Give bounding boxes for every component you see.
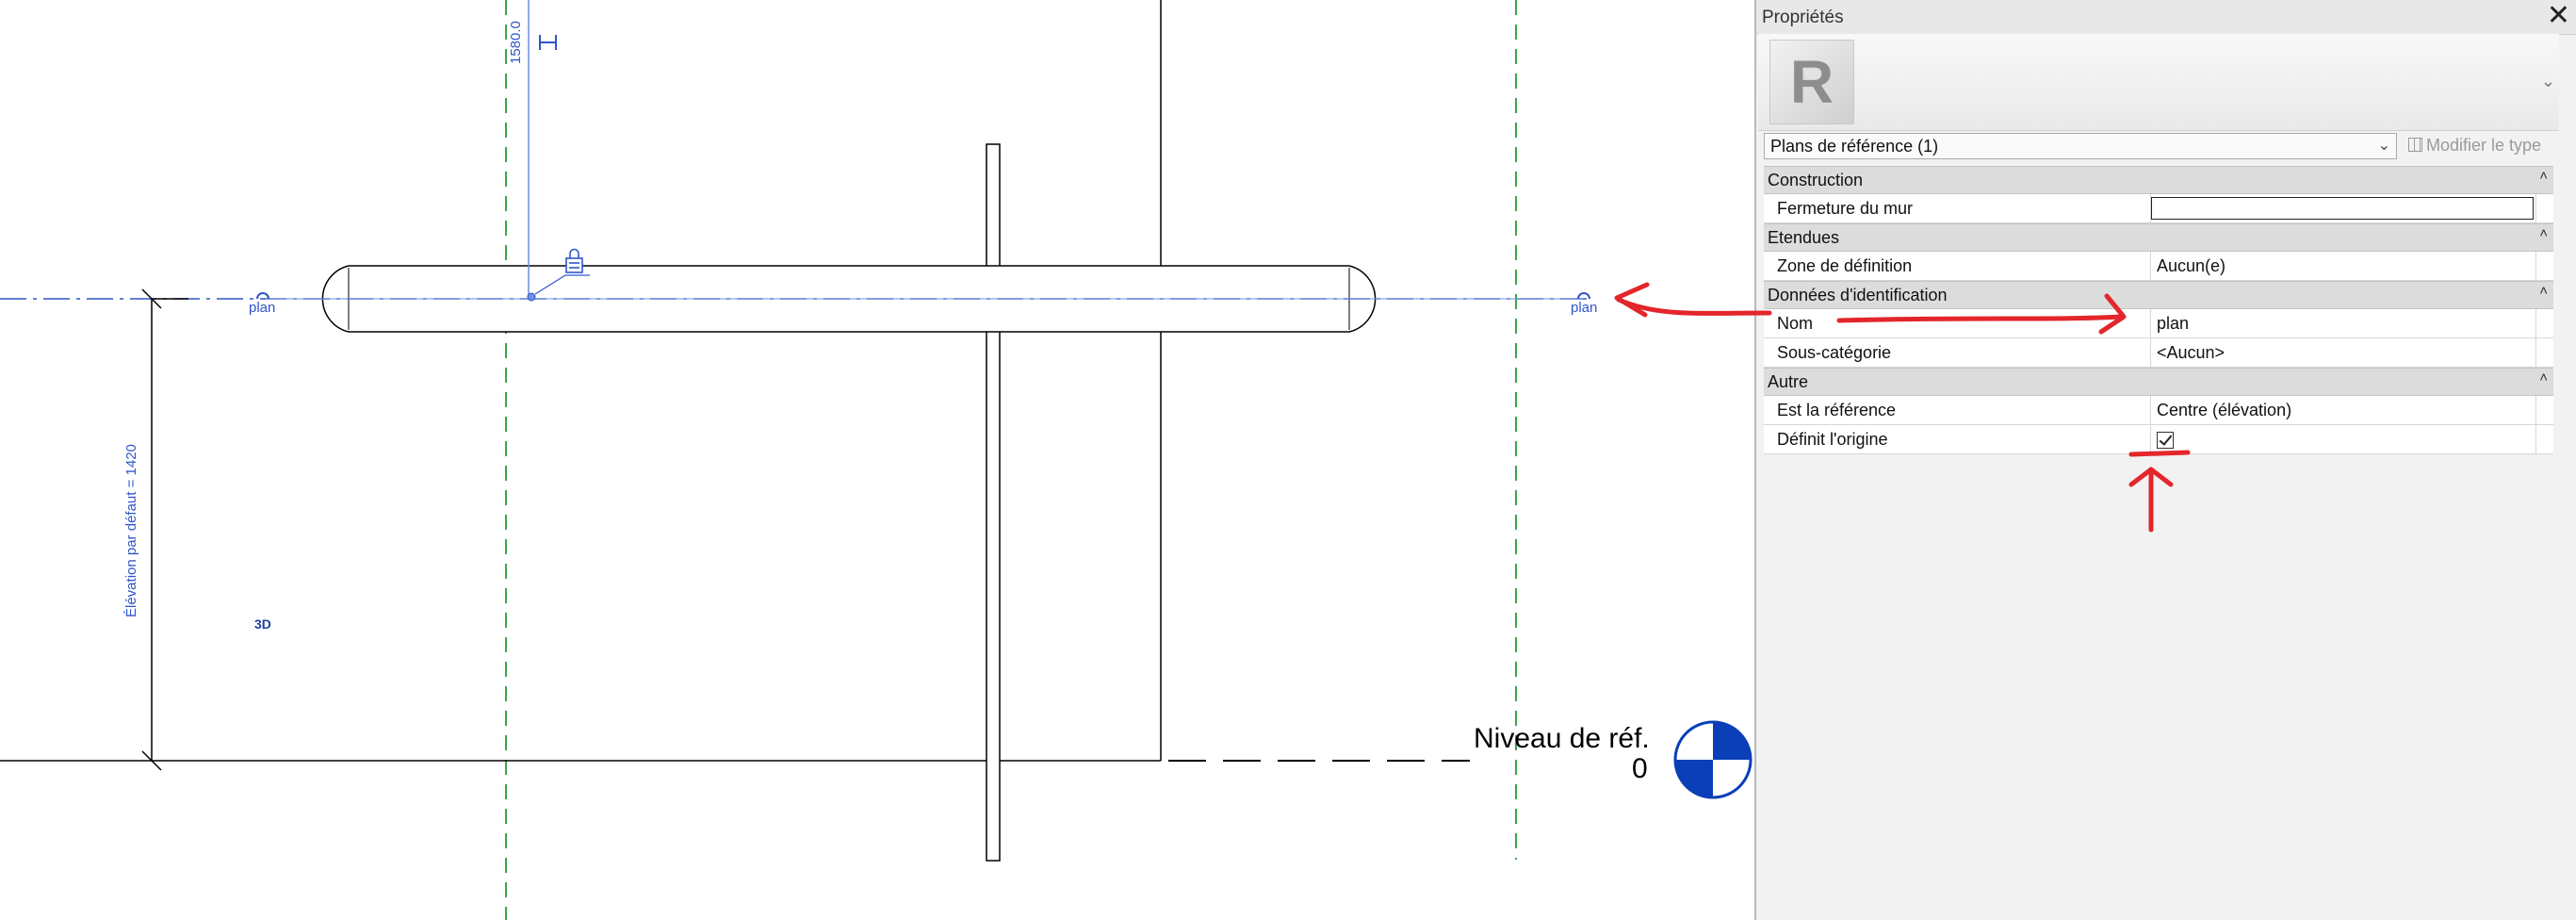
group-header-label: Données d'identification [1768,286,1948,304]
chevron-down-icon[interactable]: ⌄ [2541,72,2555,91]
properties-panel: Propriétés ✕ R ⌄ Plans de référence (1) … [1754,0,2576,920]
property-value[interactable]: Aucun(e) [2150,252,2552,280]
level-target-icon[interactable] [1673,720,1753,799]
group-header-construction[interactable]: Construction ˄ [1764,166,2553,194]
property-name: Sous-catégorie [1777,343,1892,362]
properties-table: Construction ˄ Fermeture du mur Etendues… [1764,166,2553,454]
elevation-dimension-text[interactable]: Élévation par défaut = 1420 [123,444,139,617]
view-3d-marker[interactable]: 3D [254,616,271,632]
level-value-label[interactable]: 0 [1632,753,1648,785]
property-value[interactable] [2150,425,2552,453]
collapse-icon[interactable]: ˄ [2539,221,2548,247]
chevron-down-icon: ⌄ [2377,138,2390,154]
property-name: Est la référence [1777,401,1897,419]
row-end-cell [2535,309,2553,337]
plan-label-right[interactable]: plan [1571,300,1597,316]
property-name: Zone de définition [1777,256,1913,275]
group-header-other[interactable]: Autre ˄ [1764,368,2553,396]
edit-type-label: Modifier le type [2426,136,2542,155]
level-name-label[interactable]: Niveau de réf. [1474,723,1650,755]
collapse-icon[interactable]: ˄ [2539,278,2548,304]
plan-label-left[interactable]: plan [249,300,275,316]
group-header-extents[interactable]: Etendues ˄ [1764,223,2553,252]
group-header-label: Etendues [1768,228,1840,247]
property-value[interactable]: <Aucun> [2150,338,2552,367]
vertical-dimension-text[interactable]: 1580.0 [508,21,524,64]
property-row: Nom plan [1764,309,2553,338]
padlock-icon[interactable] [565,248,583,273]
collapse-icon[interactable]: ˄ [2539,365,2548,391]
row-end-cell [2535,396,2553,424]
drawing-svg[interactable]: 1580.0 Élévation par défaut = 1420 [0,0,1754,920]
row-end-cell [2535,425,2553,453]
panel-title: Propriétés [1762,8,1844,27]
edit-type-icon [2408,138,2422,152]
group-header-identity-data[interactable]: Données d'identification ˄ [1764,281,2553,309]
group-header-label: Autre [1768,372,1809,391]
defines-origin-checkbox[interactable] [2157,432,2174,449]
row-end-cell [2535,338,2553,367]
property-row: Fermeture du mur [1764,194,2553,223]
property-row: Définit l'origine [1764,425,2553,454]
edit-type-button[interactable]: Modifier le type [2408,136,2541,156]
revit-logo-icon: R [1769,40,1854,124]
row-end-cell [2535,252,2553,280]
instance-filter-select[interactable]: Plans de référence (1) ⌄ [1764,133,2397,159]
row-end-cell [2535,194,2553,222]
dimension-grip-icon[interactable] [539,35,557,50]
value-edit-box[interactable] [2151,197,2534,220]
name-value-field[interactable]: plan [2150,309,2552,337]
group-header-label: Construction [1768,171,1864,189]
property-name: Fermeture du mur [1777,199,1914,218]
instance-filter-row: Plans de référence (1) ⌄ Modifier le typ… [1758,132,2559,162]
property-value[interactable] [2150,194,2552,222]
properties-header: Propriétés ✕ [1756,0,2576,35]
property-name: Nom [1777,314,1814,333]
plan-handle-right[interactable] [1577,292,1590,300]
property-value[interactable]: Centre (élévation) [2150,396,2552,424]
plan-handle-left[interactable] [256,292,269,300]
drawing-canvas[interactable]: 1580.0 Élévation par défaut = 1420 plan … [0,0,1754,920]
vertical-element[interactable] [986,143,1001,862]
close-icon[interactable]: ✕ [2547,2,2570,30]
property-row: Sous-catégorie <Aucun> [1764,338,2553,368]
collapse-icon[interactable]: ˄ [2539,163,2548,189]
property-row: Est la référence Centre (élévation) [1764,396,2553,425]
property-name: Définit l'origine [1777,430,1888,449]
type-selector[interactable]: R ⌄ [1758,34,2559,131]
property-row: Zone de définition Aucun(e) [1764,252,2553,281]
instance-filter-text: Plans de référence (1) [1770,137,1939,156]
origin-point[interactable] [527,292,536,302]
